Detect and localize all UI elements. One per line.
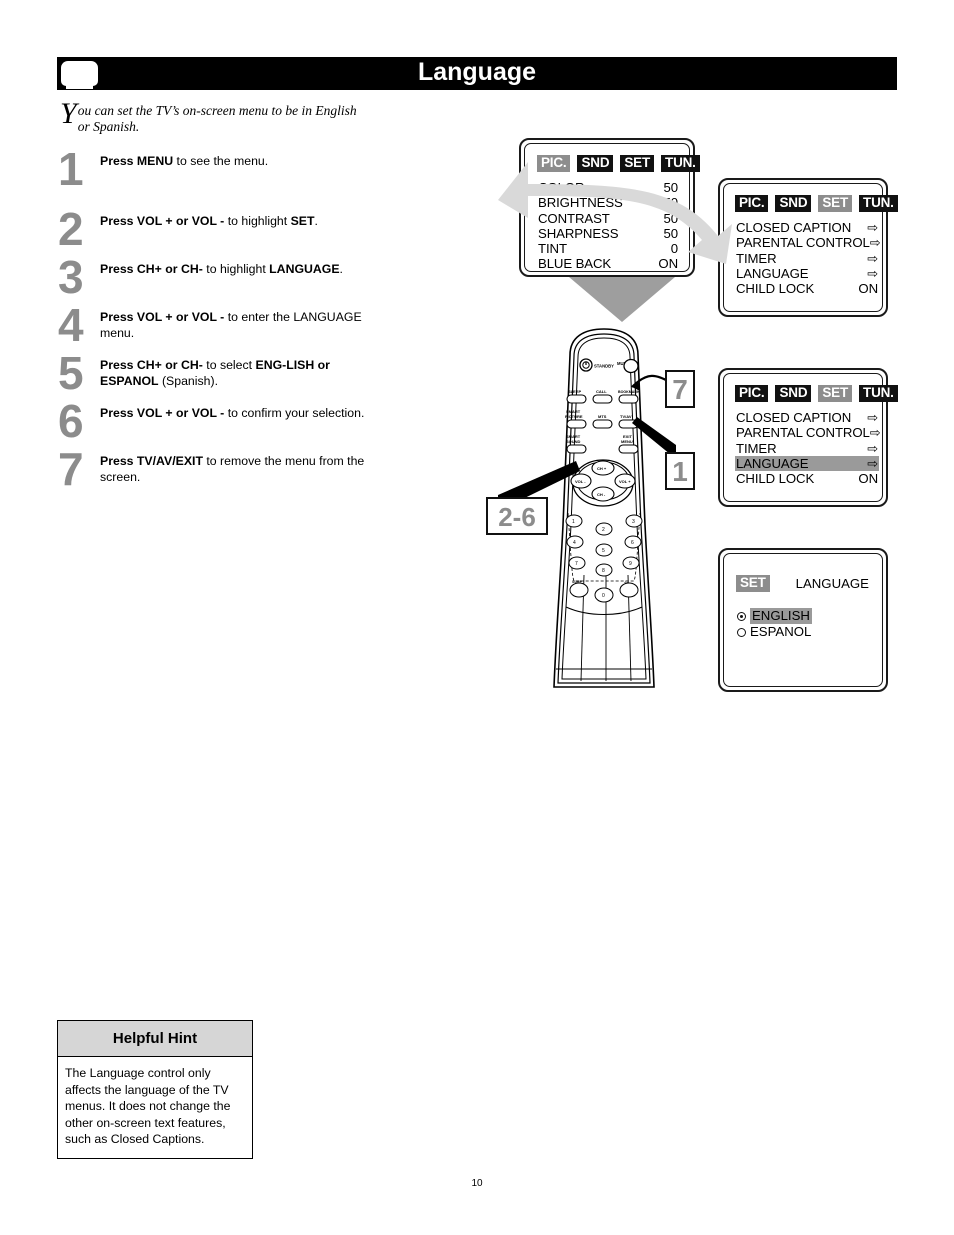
osd-tab-snd[interactable]: SND [775,385,812,402]
page-header-bar: Language [57,57,897,90]
radio-unselected-icon [737,627,746,637]
step-number: 3 [58,251,84,303]
step-text: Press CH+ or CH- to highlight LANGUAGE. [100,262,343,276]
helpful-hint-heading: Helpful Hint [58,1021,252,1057]
osd-set-hl-rows: CLOSED CAPTION ⇨ PARENTAL CONTROL ⇨ TIME… [735,410,881,486]
step-text: Press VOL + or VOL - to highlight SET. [100,214,318,228]
helpful-hint-box: Helpful Hint The Language control only a… [57,1020,253,1159]
intro-dropcap: Y [60,97,77,130]
step-text: Press TV/AV/EXIT to remove the menu from… [100,454,365,484]
osd-tab-set[interactable]: SET [736,575,770,592]
osd-set-hl-inner: PIC. SND SET TUN. CLOSED CAPTION ⇨ PAREN… [723,373,898,502]
intro-paragraph: You can set the TV’s on-screen menu to b… [60,97,360,135]
flow-arrow-down [569,277,675,322]
osd-language-header: SET LANGUAGE [736,575,869,592]
svg-text:0: 0 [602,593,605,599]
callout-step-7: 7 [665,370,695,408]
step-number: 1 [58,143,84,195]
osd-tab-pic[interactable]: PIC. [735,385,769,402]
step-text: Press VOL + or VOL - to enter the LANGUA… [100,310,362,340]
tv-icon-screen [61,61,98,86]
osd-row-label: CHILD LOCK [736,471,815,487]
osd-row-label: PARENTAL CONTROL [736,425,870,441]
osd-row[interactable]: TIMER ⇨ [735,441,879,456]
step-text: Press VOL + or VOL - to confirm your sel… [100,406,365,420]
svg-text:9: 9 [629,561,632,567]
osd-row[interactable]: CLOSED CAPTION ⇨ [735,410,879,425]
osd-set-menu-language-highlighted: PIC. SND SET TUN. CLOSED CAPTION ⇨ PAREN… [718,368,898,507]
osd-language-menu: SET LANGUAGE ENGLISH ESPANOL [718,548,888,692]
osd-row-label: TIMER [736,440,777,456]
osd-language-option-english[interactable]: ENGLISH [737,608,812,624]
page-number: 10 [471,1178,483,1189]
helpful-hint-body: The Language control only affects the la… [65,1066,231,1147]
osd-row[interactable]: PARENTAL CONTROL ⇨ [735,425,881,441]
osd-row-arrow-icon: ⇨ [867,440,878,456]
osd-row-label: CLOSED CAPTION [736,410,852,425]
osd-option-label: ESPANOL [750,624,812,639]
osd-row-value: ON [858,471,878,487]
step-text: Press MENU to see the menu. [100,154,269,168]
step-text: Press CH+ or CH- to select ENG-LISH or E… [100,358,330,388]
osd-option-label: ENGLISH [750,608,812,624]
tv-icon-base [66,86,93,89]
intro-text: ou can set the TV’s on-screen menu to be… [77,103,357,134]
osd-row-selected[interactable]: LANGUAGE ⇨ [735,455,879,472]
step-number: 6 [58,395,84,447]
flow-arrow-curve [498,162,732,264]
svg-text:7: 7 [575,561,578,567]
osd-row-label: LANGUAGE [736,455,809,471]
osd-tab-tun[interactable]: TUN. [859,385,898,402]
osd-language-option-espanol[interactable]: ESPANOL [737,624,812,640]
osd-tab-set[interactable]: SET [818,385,853,402]
svg-text:8: 8 [602,568,605,574]
osd-row-arrow-icon: ⇨ [867,410,878,425]
callout-step-2-6: 2-6 [486,497,548,535]
osd-row[interactable]: CHILD LOCK ON [735,471,879,486]
osd-language-options: ENGLISH ESPANOL [737,608,812,640]
osd-row-arrow-icon: ⇨ [869,425,881,441]
osd-set-hl-tabs: PIC. SND SET TUN. [735,385,898,402]
osd-language-title: LANGUAGE [795,576,869,591]
step-number: 2 [58,203,84,255]
step-number: 5 [58,347,84,399]
osd-language-inner: SET LANGUAGE ENGLISH ESPANOL [723,553,883,687]
osd-row-arrow-icon: ⇨ [867,455,878,471]
tv-icon [57,57,102,90]
radio-selected-icon [737,611,746,621]
page-title: Language [417,58,537,86]
callout-step-1: 1 [665,452,695,490]
step-number: 7 [58,443,84,495]
step-number: 4 [58,299,84,351]
